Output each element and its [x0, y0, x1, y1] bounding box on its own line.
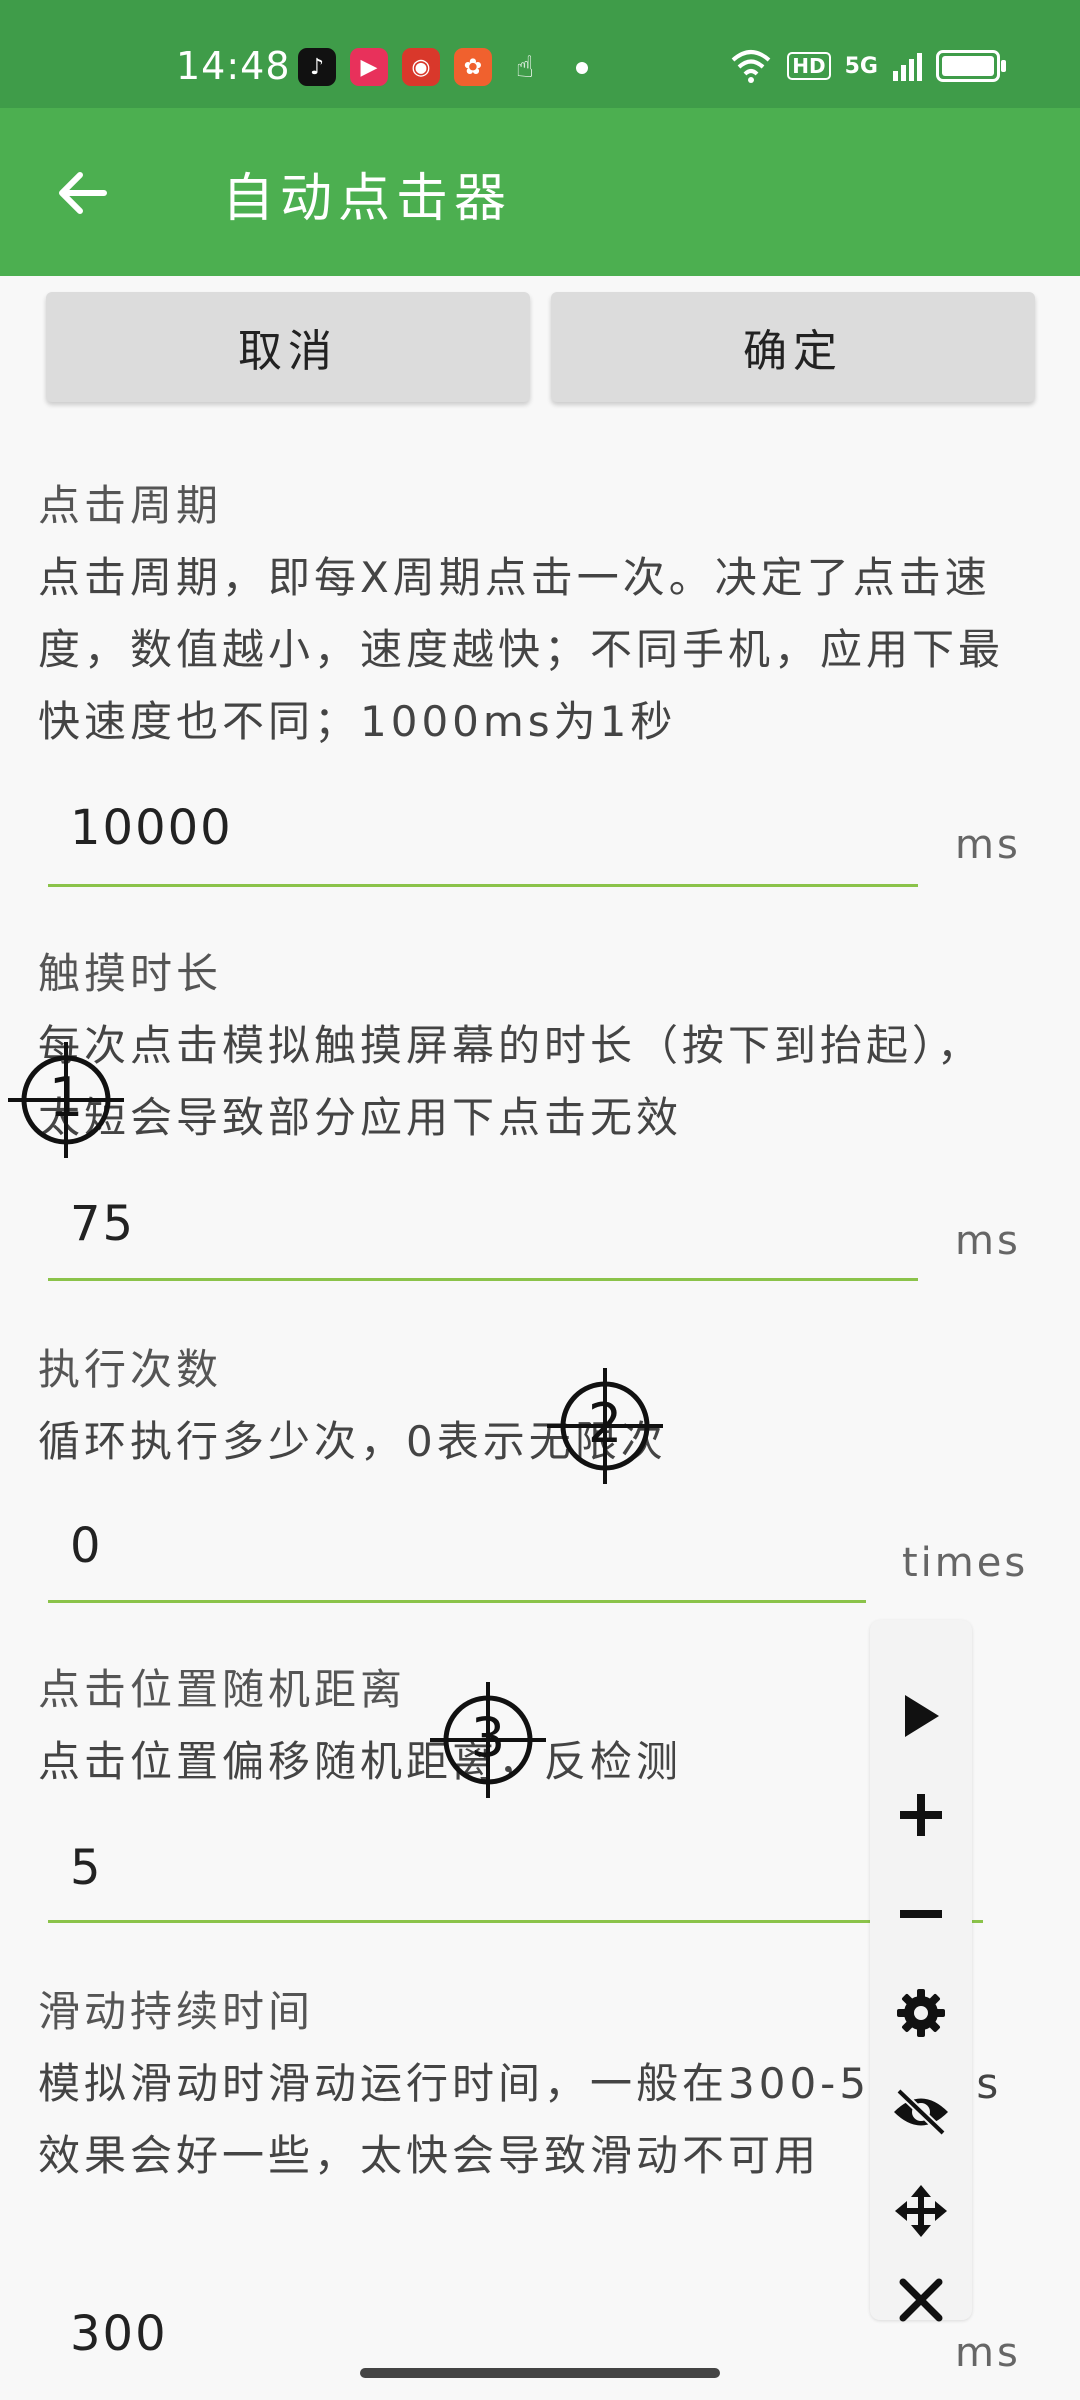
home-indicator[interactable] — [360, 2368, 720, 2378]
period-input-underline — [48, 884, 918, 887]
period-label: 点击周期 — [38, 481, 223, 530]
random-distance-label: 点击位置随机距离 — [38, 1665, 407, 1714]
period-input[interactable]: 10000 — [70, 800, 233, 856]
app-bar: 自动点击器 — [0, 108, 1080, 276]
more-notifications-dot — [576, 62, 588, 74]
battery-icon — [936, 50, 1006, 82]
touch-unit: ms — [955, 1218, 1021, 1264]
random-distance-input-underline — [48, 1920, 983, 1923]
play-icon[interactable] — [870, 1676, 972, 1756]
touch-label: 触摸时长 — [38, 949, 223, 998]
gear-icon[interactable] — [870, 1973, 972, 2053]
status-bar: 14:48 ♪ ▶ ◉ ✿ ☝ HD 5G — [0, 0, 1080, 108]
floating-control-panel — [870, 1620, 972, 2322]
target-number: 2 — [587, 1392, 623, 1455]
confirm-button[interactable]: 确定 — [551, 292, 1035, 402]
network-signal-icon: 5G — [844, 53, 878, 79]
hand-icon: ☝ — [515, 49, 535, 85]
target-number: 1 — [48, 1066, 84, 1129]
tiktok-icon: ♪ — [298, 48, 336, 86]
signal-bars-icon — [893, 53, 922, 81]
minus-icon[interactable] — [870, 1874, 972, 1954]
close-icon[interactable] — [870, 2270, 972, 2330]
count-description: 循环执行多少次，0表示无限次 — [38, 1417, 667, 1466]
swipe-duration-input[interactable]: 300 — [70, 2306, 168, 2362]
swipe-duration-label: 滑动持续时间 — [38, 1987, 315, 2036]
count-label: 执行次数 — [38, 1345, 223, 1394]
count-input[interactable]: 0 — [70, 1518, 103, 1574]
video-app-icon: ▶ — [350, 48, 388, 86]
move-icon[interactable] — [870, 2171, 972, 2251]
swipe-duration-unit: ms — [955, 2330, 1021, 2376]
touch-description: 每次点击模拟触摸屏幕的时长（按下到抬起），太短会导致部分应用下点击无效 — [38, 1021, 984, 1142]
plus-icon[interactable] — [870, 1775, 972, 1855]
mini-app-icon: ✿ — [454, 48, 492, 86]
hd-icon: HD — [787, 52, 831, 80]
click-target-2[interactable]: 2 — [545, 1366, 665, 1486]
target-number: 3 — [470, 1706, 506, 1769]
period-description: 点击周期，即每X周期点击一次。决定了点击速度，数值越小，速度越快；不同手机，应用… — [38, 553, 1005, 746]
click-target-3[interactable]: 3 — [428, 1680, 548, 1800]
period-unit: ms — [955, 822, 1021, 868]
count-unit: times — [902, 1540, 1029, 1586]
cancel-button[interactable]: 取消 — [46, 292, 530, 402]
eye-off-icon[interactable] — [870, 2072, 972, 2152]
status-time: 14:48 — [176, 44, 291, 88]
random-distance-input[interactable]: 5 — [70, 1840, 103, 1896]
click-target-1[interactable]: 1 — [6, 1040, 126, 1160]
shopping-app-icon: ◉ — [402, 48, 440, 86]
page-title: 自动点击器 — [222, 169, 513, 229]
wifi-icon — [731, 50, 771, 83]
count-input-underline — [48, 1600, 866, 1603]
touch-input[interactable]: 75 — [70, 1196, 135, 1252]
touch-input-underline — [48, 1278, 918, 1281]
arrow-left-icon[interactable] — [52, 163, 112, 223]
